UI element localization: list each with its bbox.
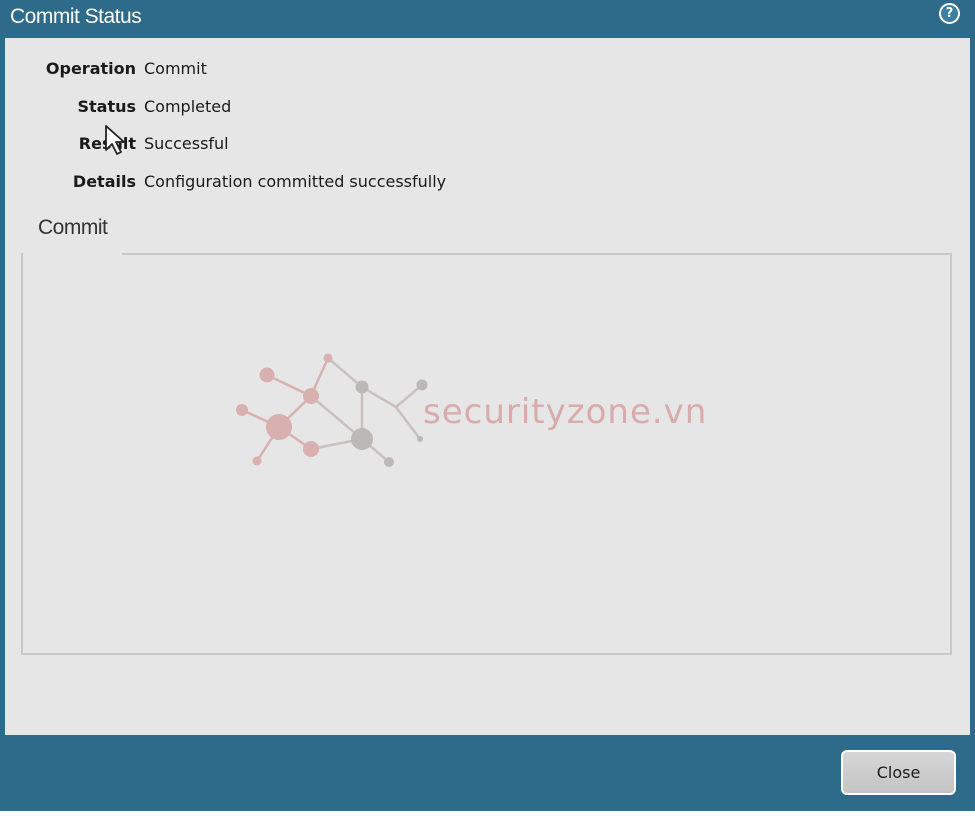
close-button[interactable]: Close xyxy=(841,750,956,795)
status-value: Completed xyxy=(144,97,232,116)
dialog-title: Commit Status xyxy=(10,5,142,28)
commit-section-panel xyxy=(21,253,952,655)
operation-label: Operation xyxy=(45,59,136,78)
watermark-text: securityzone.vn xyxy=(423,392,708,432)
mouse-cursor-icon xyxy=(105,125,125,155)
result-value: Successful xyxy=(144,134,229,153)
commit-status-dialog: Commit Status ? Operation Commit Status … xyxy=(0,0,975,811)
status-label: Status xyxy=(77,97,136,116)
dialog-footer xyxy=(0,737,975,811)
details-label: Details xyxy=(72,172,136,191)
operation-value: Commit xyxy=(144,59,207,78)
title-bar: Commit Status ? xyxy=(0,0,975,36)
details-value: Configuration committed successfully xyxy=(144,172,447,191)
dialog-body: Operation Commit Status Completed Result… xyxy=(5,38,970,735)
question-circle-icon: ? xyxy=(941,5,958,22)
tab-commit[interactable]: Commit xyxy=(38,216,108,240)
securityzone-logo-icon xyxy=(236,353,428,467)
help-button[interactable]: ? xyxy=(939,3,960,24)
